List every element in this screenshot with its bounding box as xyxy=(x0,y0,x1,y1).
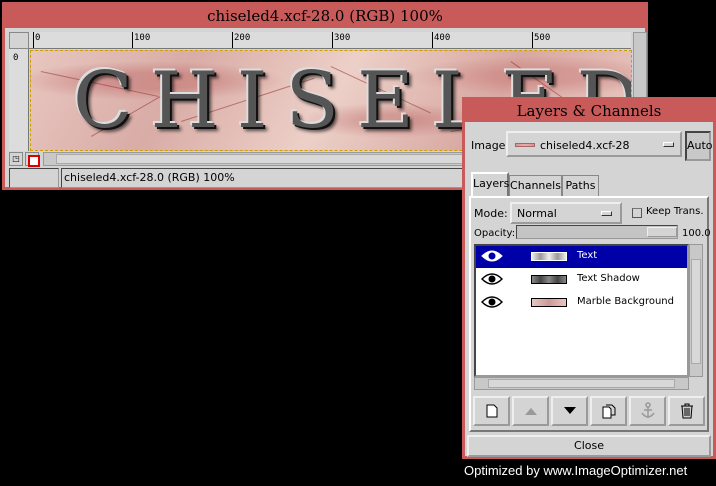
keep-trans-label: Keep Trans. xyxy=(646,206,704,217)
layers-channels-dialog[interactable]: Layers & Channels Image: chiseled4.xcf-2… xyxy=(462,97,716,459)
ruler-label: 200 xyxy=(234,33,251,43)
ruler-tick xyxy=(132,32,133,48)
ruler-tick xyxy=(332,32,333,48)
opacity-slider[interactable] xyxy=(516,225,678,239)
anchor-layer-icon xyxy=(640,402,655,418)
layer-list-horizontal-scrollbar[interactable] xyxy=(474,377,689,390)
layer-row-marble-background[interactable]: Marble Background xyxy=(476,292,687,314)
ruler-label: 300 xyxy=(334,33,351,43)
opacity-label: Opacity: xyxy=(474,228,516,239)
ruler-label: 0 xyxy=(35,33,41,43)
ruler-tick xyxy=(432,32,433,48)
dropdown-indicator-icon xyxy=(663,142,674,147)
layer-thumbnail xyxy=(531,298,567,307)
eye-icon[interactable] xyxy=(481,272,503,286)
mode-label: Mode: xyxy=(474,207,508,220)
duplicate-layer-icon xyxy=(602,404,615,418)
duplicate-layer-button[interactable] xyxy=(590,396,627,426)
anchor-layer-button[interactable] xyxy=(629,396,666,426)
quickmask-toggle-icon[interactable] xyxy=(25,152,40,167)
ruler-corner-button[interactable] xyxy=(9,32,29,49)
ruler-label: 400 xyxy=(434,33,451,43)
ruler-label: 0 xyxy=(13,53,19,63)
ruler-tick xyxy=(532,32,533,48)
vertical-ruler[interactable]: 0 xyxy=(9,49,29,151)
raise-layer-icon xyxy=(524,408,537,415)
ruler-label: 100 xyxy=(134,33,151,43)
image-label: Image: xyxy=(471,139,510,152)
navigate-icon[interactable]: ◳ xyxy=(9,152,23,166)
tab-paths[interactable]: Paths xyxy=(562,175,599,196)
eye-icon[interactable] xyxy=(481,249,503,263)
opacity-value: 100.0 xyxy=(682,228,711,239)
layer-name: Text Shadow xyxy=(577,273,640,284)
layer-thumbnail xyxy=(531,252,567,261)
layer-list-vertical-scrollbar[interactable] xyxy=(689,244,703,377)
trash-icon xyxy=(680,403,693,419)
layer-list[interactable]: Text Text Shadow Marble Background xyxy=(474,244,689,377)
layer-row-text[interactable]: Text xyxy=(476,246,687,268)
ruler-tick xyxy=(33,32,34,48)
image-select[interactable]: chiseled4.xcf-28 xyxy=(506,131,682,157)
dropdown-indicator-icon xyxy=(601,211,612,216)
lower-layer-button[interactable] xyxy=(551,396,588,426)
new-layer-icon xyxy=(486,404,497,418)
scrollbar-thumb[interactable] xyxy=(691,259,701,364)
image-select-value: chiseled4.xcf-28 xyxy=(540,139,630,152)
lower-layer-icon xyxy=(563,407,576,414)
eye-icon[interactable] xyxy=(481,295,503,309)
raise-layer-button[interactable] xyxy=(512,396,549,426)
layer-name: Marble Background xyxy=(577,296,674,307)
delete-layer-button[interactable] xyxy=(668,396,705,426)
image-thumbnail-icon xyxy=(515,143,535,147)
watermark-text: Optimized by www.ImageOptimizer.net xyxy=(464,463,688,478)
opacity-slider-thumb[interactable] xyxy=(647,227,677,237)
new-layer-button[interactable] xyxy=(473,396,510,426)
horizontal-ruler[interactable]: 0 100 200 300 400 500 xyxy=(29,32,631,49)
layer-row-text-shadow[interactable]: Text Shadow xyxy=(476,269,687,291)
coordinates-display xyxy=(9,168,59,188)
scrollbar-thumb[interactable] xyxy=(488,379,675,388)
close-button[interactable]: Close xyxy=(467,435,711,457)
mode-select[interactable]: Normal xyxy=(510,202,622,224)
image-window-title[interactable]: chiseled4.xcf-28.0 (RGB) 100% xyxy=(5,5,645,28)
status-text: chiseled4.xcf-28.0 (RGB) 100% xyxy=(61,168,471,188)
layer-name: Text xyxy=(577,250,598,261)
ruler-label: 500 xyxy=(534,33,551,43)
keep-trans-checkbox[interactable] xyxy=(632,208,642,218)
tab-channels[interactable]: Channels xyxy=(509,175,562,196)
layer-thumbnail xyxy=(531,275,567,284)
tab-layers[interactable]: Layers xyxy=(471,172,509,197)
ruler-tick xyxy=(232,32,233,48)
layers-dialog-title[interactable]: Layers & Channels xyxy=(465,100,713,122)
auto-button[interactable]: Auto xyxy=(685,131,713,161)
mode-select-value: Normal xyxy=(517,207,557,220)
